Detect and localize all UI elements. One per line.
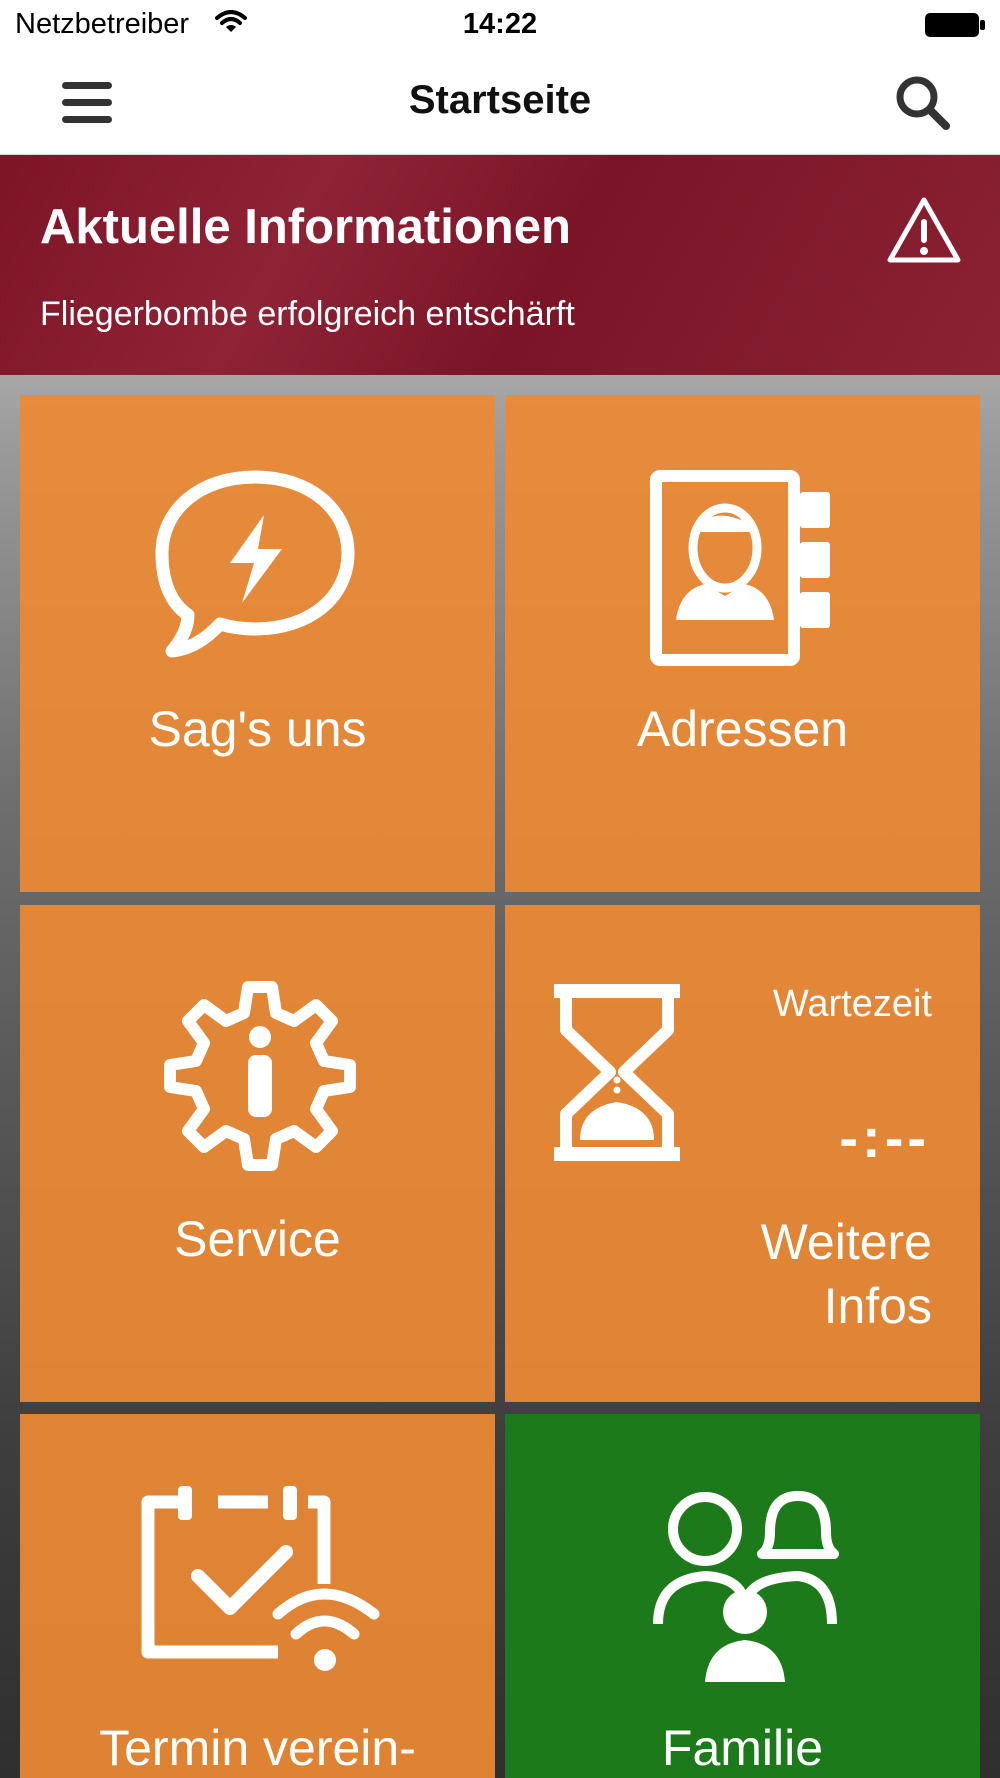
tile-termin[interactable]: Termin verein- [20,1414,495,1778]
status-time: 14:22 [462,8,538,40]
tile-label: Familie [661,1720,824,1776]
alert-text: Fliegerbombe erfolgreich entschärft [40,295,575,333]
page-title: Startseite [408,78,592,122]
address-book-icon [650,470,840,675]
alert-title: Aktuelle Informationen [40,200,571,254]
warning-triangle-icon [886,195,962,265]
tile-label: Termin verein- [99,1720,416,1776]
speech-bubble-lightning-icon [150,465,360,670]
navigation-bar: Startseite [0,50,1000,155]
battery-icon [924,12,986,43]
more-info-label: Weitere Infos [761,1210,932,1338]
hourglass-icon [550,980,685,1170]
tile-label: Service [174,1211,341,1267]
tile-service[interactable]: Service [20,905,495,1402]
calendar-check-wifi-icon [138,1484,388,1689]
tile-wartezeit[interactable]: Wartezeit -:-- Weitere Infos [505,905,980,1402]
tile-familie[interactable]: Familie [505,1414,980,1778]
alert-banner[interactable]: Aktuelle Informationen Fliegerbombe erfo… [0,155,1000,375]
tile-label: Sag's uns [148,701,367,757]
more-info-line-2: Infos [823,1278,932,1334]
tile-adressen[interactable]: Adressen [505,395,980,892]
status-bar: Netzbetreiber 14:22 [0,0,1000,50]
tile-label: Adressen [636,701,849,757]
more-info-line-1: Weitere [760,1214,932,1270]
waiting-time-value: -:-- [839,1106,930,1169]
search-icon[interactable] [894,74,952,132]
waiting-time-label: Wartezeit [772,983,932,1025]
tile-sags-uns[interactable]: Sag's uns [20,395,495,892]
family-icon [650,1484,840,1689]
gear-person-icon [160,975,360,1180]
